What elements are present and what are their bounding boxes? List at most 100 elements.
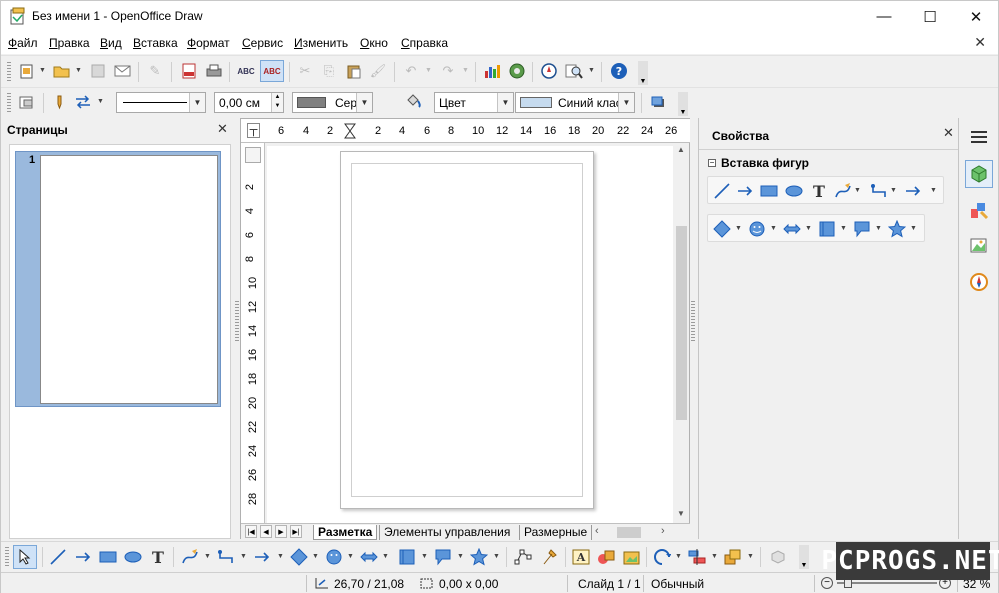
chevron-down-icon[interactable]: ▼ — [747, 553, 754, 560]
print-icon[interactable] — [204, 61, 224, 81]
menu-insert[interactable]: Вставка — [133, 36, 178, 50]
gallery-icon[interactable] — [622, 548, 640, 566]
save-icon[interactable] — [88, 61, 108, 81]
arrow-tool-icon[interactable] — [74, 548, 92, 566]
clone-formatting-icon[interactable]: 🖌 — [368, 61, 388, 81]
basic-shapes-icon[interactable] — [290, 548, 308, 566]
block-arrows-icon[interactable] — [360, 548, 378, 566]
email-icon[interactable] — [113, 61, 133, 81]
toolbar-overflow-icon[interactable]: ▼ — [799, 545, 809, 569]
ellipse-tool-icon[interactable] — [785, 182, 803, 200]
ruler-indent-marker-icon[interactable] — [344, 123, 356, 139]
fontwork-icon[interactable]: A — [572, 548, 590, 566]
first-tab-icon[interactable]: |◀ — [245, 525, 257, 538]
toolbar-grip[interactable] — [7, 93, 11, 113]
menu-tools[interactable]: Сервис — [242, 36, 283, 50]
paste-icon[interactable] — [344, 61, 364, 81]
cut-icon[interactable]: ✂ — [295, 61, 315, 81]
zoom-slider-track[interactable] — [837, 578, 937, 588]
chevron-down-icon[interactable]: ▼ — [425, 67, 432, 74]
chevron-down-icon[interactable]: ▼ — [890, 187, 897, 194]
toolbar-grip[interactable] — [5, 547, 9, 567]
basic-shapes-icon[interactable] — [713, 220, 731, 238]
panel-splitter[interactable] — [235, 301, 239, 341]
panel-splitter[interactable] — [691, 301, 695, 341]
line-width-field[interactable]: 0,00 см ▲ ▼ — [214, 92, 284, 113]
close-icon[interactable]: ✕ — [943, 125, 954, 141]
line-color-select[interactable]: Серый ▼ — [292, 92, 373, 113]
chevron-down-icon[interactable]: ▼ — [189, 93, 205, 112]
drawing-canvas[interactable] — [267, 146, 673, 523]
line-tool-icon[interactable] — [713, 182, 731, 200]
properties-deck-icon[interactable] — [965, 160, 993, 188]
toolbar-grip[interactable] — [7, 62, 11, 82]
close-document-icon[interactable]: ✕ — [974, 34, 986, 51]
chevron-down-icon[interactable]: ▼ — [588, 67, 595, 74]
glue-points-icon[interactable] — [540, 548, 558, 566]
zoom-out-icon[interactable]: − — [821, 577, 833, 589]
ellipse-tool-icon[interactable] — [124, 548, 142, 566]
close-window-button[interactable]: ✕ — [953, 1, 999, 32]
stars-icon[interactable] — [888, 220, 906, 238]
redo-icon[interactable]: ↷ — [438, 61, 458, 81]
block-arrows-icon[interactable] — [783, 220, 801, 238]
gallery-deck-icon[interactable] — [965, 232, 993, 260]
styles-icon[interactable] — [17, 92, 37, 112]
symbol-shapes-icon[interactable] — [748, 220, 766, 238]
menu-window[interactable]: Окно — [360, 36, 388, 50]
rectangle-tool-icon[interactable] — [99, 548, 117, 566]
scroll-right-icon[interactable]: › — [661, 525, 665, 537]
fill-color-select[interactable]: Синий клас ▼ — [515, 92, 635, 113]
page-thumbnail-item[interactable]: 1 — [15, 151, 221, 407]
tab-stop-icon[interactable]: ┬ — [247, 123, 260, 138]
chevron-down-icon[interactable]: ▼ — [618, 93, 634, 112]
chevron-down-icon[interactable]: ▼ — [497, 93, 513, 112]
chevron-down-icon[interactable]: ▼ — [854, 187, 861, 194]
tab-layout[interactable]: Разметка — [313, 525, 378, 540]
edit-file-icon[interactable]: ✎ — [145, 61, 165, 81]
chevron-down-icon[interactable]: ▼ — [930, 187, 937, 194]
help-icon[interactable]: ? — [609, 61, 629, 81]
scrollbar-thumb[interactable] — [676, 226, 687, 420]
menu-format[interactable]: Формат — [187, 36, 230, 50]
alignment-icon[interactable] — [688, 548, 706, 566]
chevron-down-icon[interactable]: ▼ — [240, 553, 247, 560]
chevron-down-icon[interactable]: ▼ — [462, 67, 469, 74]
paint-bucket-icon[interactable] — [403, 92, 423, 112]
collapse-icon[interactable]: − — [708, 159, 716, 167]
chevron-down-icon[interactable]: ▼ — [493, 553, 500, 560]
chevron-down-icon[interactable]: ▼ — [347, 553, 354, 560]
chevron-down-icon[interactable]: ▼ — [910, 225, 917, 232]
line-style-select[interactable]: ▼ — [116, 92, 206, 113]
callouts-icon[interactable] — [853, 220, 871, 238]
chevron-down-icon[interactable]: ▼ — [675, 553, 682, 560]
menu-help[interactable]: Справка — [401, 36, 448, 50]
new-document-icon[interactable] — [17, 61, 37, 81]
curve-tool-icon[interactable] — [834, 182, 852, 200]
text-tool-icon[interactable]: T — [149, 548, 167, 566]
lines-arrows-tool-icon[interactable] — [904, 182, 922, 200]
toolbar-overflow-icon[interactable]: ▼ — [638, 61, 648, 85]
chevron-down-icon[interactable]: ▼ — [421, 553, 428, 560]
auto-spellcheck-icon[interactable]: ABC — [260, 60, 284, 82]
shadow-icon[interactable] — [648, 92, 668, 112]
chevron-down-icon[interactable]: ▼ — [75, 67, 82, 74]
chevron-down-icon[interactable]: ▼ — [312, 553, 319, 560]
chevron-down-icon[interactable]: ▼ — [39, 67, 46, 74]
fill-mode-select[interactable]: Цвет ▼ — [434, 92, 514, 113]
menu-file[interactable]: Файл — [8, 36, 38, 50]
next-tab-icon[interactable]: ▶ — [275, 525, 287, 538]
arrow-style-icon[interactable] — [73, 92, 93, 112]
scroll-up-icon[interactable]: ▲ — [677, 145, 685, 154]
gallery-icon[interactable] — [507, 61, 527, 81]
chevron-down-icon[interactable]: ▼ — [711, 553, 718, 560]
line-tool-icon[interactable] — [49, 548, 67, 566]
close-icon[interactable]: ✕ — [217, 121, 228, 137]
stars-icon[interactable] — [470, 548, 488, 566]
chevron-down-icon[interactable]: ▼ — [735, 225, 742, 232]
chevron-down-icon[interactable]: ▼ — [277, 553, 284, 560]
menu-modify[interactable]: Изменить — [294, 36, 348, 50]
curve-tool-icon[interactable] — [181, 548, 199, 566]
flowchart-icon[interactable] — [398, 548, 416, 566]
drawing-page[interactable] — [340, 151, 594, 509]
